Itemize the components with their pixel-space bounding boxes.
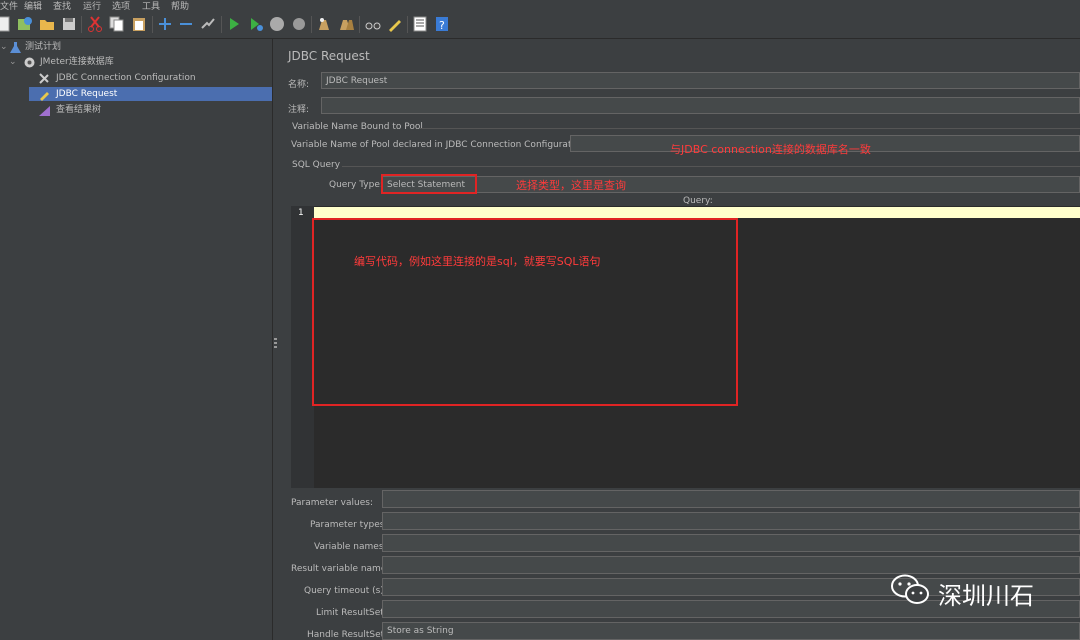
annotation-query: 编写代码，例如这里连接的是sql，就要写SQL语句 <box>354 255 601 268</box>
line-number-gutter <box>291 206 314 488</box>
new-icon[interactable] <box>0 16 12 32</box>
watermark-text: 深圳川石 <box>938 582 1034 610</box>
templates-icon[interactable] <box>17 16 33 32</box>
name-label: 名称: <box>288 80 310 90</box>
cut-icon[interactable] <box>87 16 103 32</box>
flask-icon <box>9 41 22 54</box>
annotation-query-type: 选择类型，这里是查询 <box>516 179 626 192</box>
svg-text:?: ? <box>439 19 445 32</box>
tree-node-results-tree[interactable]: 查看结果树 <box>0 103 272 118</box>
function-helper-icon[interactable] <box>412 16 428 32</box>
chevron-down-icon[interactable]: ⌄ <box>0 40 8 55</box>
help-icon[interactable]: ? <box>434 16 450 32</box>
panel-title: JDBC Request <box>288 49 370 63</box>
tree-node-thread-group[interactable]: ⌄ JMeter连接数据库 <box>0 55 272 70</box>
param-label: Variable names: <box>314 542 387 552</box>
result-variable-field[interactable] <box>382 556 1080 574</box>
pool-group-title: Variable Name Bound to Pool <box>292 122 423 132</box>
clear-icon[interactable] <box>316 16 332 32</box>
tree-node-jdbc-request[interactable]: JDBC Request <box>0 87 272 102</box>
param-label: Limit ResultSet: <box>316 608 387 618</box>
test-plan-tree: ⌄ 测试计划 ⌄ JMeter连接数据库 JDBC Connection Con… <box>0 39 272 640</box>
pool-label: Variable Name of Pool declared in JDBC C… <box>291 140 589 150</box>
tree-label: JMeter连接数据库 <box>40 57 114 67</box>
open-icon[interactable] <box>39 16 55 32</box>
menu-bar: 文件 编辑 查找 运行 选项 工具 帮助 <box>0 0 1080 12</box>
wrench-icon <box>38 72 51 85</box>
current-line-highlight[interactable] <box>314 207 1080 218</box>
name-field[interactable]: JDBC Request <box>321 72 1080 89</box>
gear-icon <box>23 56 36 69</box>
param-label: Handle ResultSet: <box>307 630 388 640</box>
tree-label: JDBC Request <box>56 89 118 99</box>
query-type-select[interactable]: Select Statement <box>382 176 1080 193</box>
group-divider <box>342 166 1080 167</box>
comment-label: 注释: <box>288 105 310 115</box>
query-type-label: Query Type: <box>329 180 383 190</box>
start-no-pause-icon[interactable] <box>248 16 264 32</box>
toolbar: ? <box>0 11 1080 39</box>
sql-group-title: SQL Query <box>292 160 341 170</box>
group-divider <box>420 128 1080 129</box>
toggle-icon[interactable] <box>200 16 216 32</box>
handle-resultset-select[interactable]: Store as String <box>382 622 1080 640</box>
stop-icon[interactable] <box>269 16 285 32</box>
comment-field[interactable] <box>321 97 1080 114</box>
splitter-handle-icon[interactable] <box>274 338 277 350</box>
parameter-values-field[interactable] <box>382 490 1080 508</box>
start-icon[interactable] <box>226 16 242 32</box>
binoculars-icon[interactable] <box>365 16 381 32</box>
param-label: Parameter types: <box>310 520 388 530</box>
tree-node-test-plan[interactable]: ⌄ 测试计划 <box>0 40 272 55</box>
tree-label: 测试计划 <box>25 42 62 52</box>
collapse-icon[interactable] <box>178 16 194 32</box>
param-label: Parameter values: <box>291 498 373 508</box>
annotation-pool: 与JDBC connection连接的数据库名一致 <box>670 143 871 156</box>
paste-icon[interactable] <box>131 16 147 32</box>
chart-icon <box>38 104 51 117</box>
param-label: Query timeout (s): <box>304 586 387 596</box>
line-number: 1 <box>298 208 304 218</box>
reset-search-icon[interactable] <box>387 16 403 32</box>
watermark: 深圳川石 <box>890 573 1034 611</box>
shutdown-icon[interactable] <box>291 16 307 32</box>
annotation-box-query-type <box>381 174 477 194</box>
expand-icon[interactable] <box>157 16 173 32</box>
tree-node-jdbc-config[interactable]: JDBC Connection Configuration <box>0 71 272 86</box>
variable-names-field[interactable] <box>382 534 1080 552</box>
query-label: Query: <box>683 196 713 206</box>
pipette-icon <box>38 88 51 101</box>
tree-label: JDBC Connection Configuration <box>56 73 196 83</box>
parameter-types-field[interactable] <box>382 512 1080 530</box>
wechat-icon <box>891 574 929 604</box>
annotation-box-query <box>312 218 738 406</box>
clear-all-icon[interactable] <box>338 16 354 32</box>
chevron-down-icon[interactable]: ⌄ <box>9 55 17 70</box>
copy-icon[interactable] <box>109 16 125 32</box>
tree-label: 查看结果树 <box>56 105 102 115</box>
save-icon[interactable] <box>61 16 77 32</box>
param-label: Result variable name: <box>291 564 390 574</box>
